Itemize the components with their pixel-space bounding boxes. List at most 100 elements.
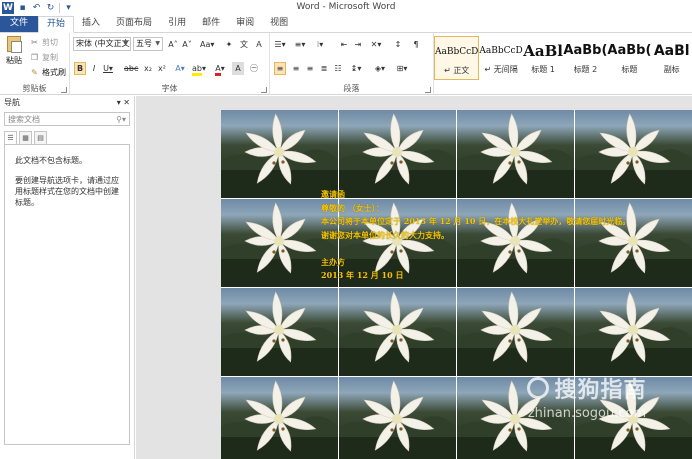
copy-button[interactable]: ❐ 复制 [30,52,58,63]
align-left-icon[interactable]: ≡ [274,62,286,75]
style-normal[interactable]: AaBbCcD ↵ 正文 [434,36,480,80]
subscript-button[interactable]: x₂ [142,62,154,75]
font-launcher-icon[interactable] [261,87,267,93]
multilevel-list-icon[interactable]: ⁝▾ [314,38,326,51]
search-icon[interactable]: ⚲▾ [116,115,126,124]
paste-button[interactable]: 粘贴 [4,36,24,66]
decrease-indent-icon[interactable]: ⇤ [338,38,350,51]
style-no-spacing[interactable]: AaBbCcD ↵ 无间隔 [479,36,522,80]
doc-line: 谢谢您对本单位的长久的大力支持。 [321,229,449,240]
font-color-icon[interactable]: A▾ [214,62,226,76]
chinese-layout-icon[interactable]: ✕▾ [370,38,382,51]
copy-label: 复制 [42,53,58,62]
paste-icon [7,36,22,53]
font-group-label: 字体 [161,84,178,93]
clear-format-icon[interactable]: ✦ [223,38,235,51]
sort-icon[interactable]: ↕ [392,38,404,51]
nav-title: 导航 [4,98,20,107]
lily-tile [221,288,338,376]
justify-icon[interactable]: ≣ [318,62,330,75]
paragraph-launcher-icon[interactable] [425,87,431,93]
nav-body: 此文档不包含标题。 要创建导航选项卡，请通过应用标题样式在您的文档中创建标题。 [4,145,130,445]
style-subtitle[interactable]: AaBl 副标 [651,36,692,80]
tab-page-layout[interactable]: 页面布局 [108,16,160,32]
bullets-icon[interactable]: ☰▾ [274,38,286,51]
paragraph-group-label: 段落 [343,84,360,93]
tab-view[interactable]: 视图 [262,16,296,32]
style-sample: AaBb( [607,43,652,58]
tab-file[interactable]: 文件 [0,16,39,32]
pages-view-icon[interactable]: ▦ [19,131,32,144]
lily-tile [339,110,456,198]
font-name-combo[interactable]: 宋体 (中文正文) ▼ [73,37,131,51]
chevron-down-icon[interactable]: ▾ [117,98,121,107]
shrink-font-icon[interactable]: A˅ [181,38,193,51]
underline-button[interactable]: U▾ [102,62,114,75]
superscript-button[interactable]: x² [156,62,168,75]
strikethrough-button[interactable]: abc [124,62,138,75]
results-view-icon[interactable]: ▤ [34,131,47,144]
grow-font-icon[interactable]: A˄ [167,38,179,51]
font-size-value: 五号 [136,39,152,48]
bold-button[interactable]: B [74,62,86,75]
lily-tile [575,288,692,376]
paragraph-group: ☰▾ ≡▾ ⁝▾ ⇤ ⇥ ✕▾ ↕ ¶ ≡ ≡ ≡ ≣ ☷ ↨▾ ◈▾ ⊞▾ 段… [270,33,434,95]
style-sample: AaBbCcD [435,47,479,57]
tab-insert[interactable]: 插入 [74,16,108,32]
line-spacing-icon[interactable]: ↨▾ [350,62,362,75]
nav-search-placeholder: 搜索文档 [8,114,40,124]
numbering-icon[interactable]: ≡▾ [294,38,306,51]
cut-button[interactable]: ✂ 剪切 [30,37,58,48]
distributed-icon[interactable]: ☷ [332,62,344,75]
phonetic-guide-icon[interactable]: 文 [238,38,250,51]
text-effects-icon[interactable]: A▾ [174,62,186,75]
increase-indent-icon[interactable]: ⇥ [352,38,364,51]
italic-button[interactable]: I [88,62,100,75]
style-title[interactable]: AaBb( 标题 [607,36,651,80]
tab-references[interactable]: 引用 [160,16,194,32]
format-painter-button[interactable]: ✎ 格式刷 [30,67,66,78]
shading-icon[interactable]: ◈▾ [374,62,386,75]
document-page[interactable]: 邀请函 尊敬的 （女士）： 本公司将于本单位定于 2013 年 12 月 10 … [221,110,692,459]
sogou-watermark: 搜狗指南 zhinan.sogou.com [507,372,667,432]
clipboard-launcher-icon[interactable] [61,87,67,93]
style-sample: AaBb( [563,43,608,58]
brush-icon: ✎ [31,68,38,77]
doc-line: 主办方 [321,256,345,267]
tab-review[interactable]: 审阅 [228,16,262,32]
nav-search-input[interactable]: 搜索文档 ⚲▾ [4,112,130,126]
tab-mailings[interactable]: 邮件 [194,16,228,32]
headings-view-icon[interactable]: ☰ [4,131,17,144]
sogou-logo-icon [527,377,550,399]
style-sample: AaBl [523,42,563,60]
close-icon[interactable]: ✕ [123,98,130,107]
change-case-icon[interactable]: Aa▾ [200,38,214,51]
navigation-pane: 导航 ▾ ✕ 搜索文档 ⚲▾ ☰ ▦ ▤ 此文档不包含标题。 要创建导航选项卡，… [0,96,135,459]
scissors-icon: ✂ [31,38,38,47]
style-sample: AaBbCcD [479,46,523,56]
document-area[interactable]: 邀请函 尊敬的 （女士）： 本公司将于本单位定于 2013 年 12 月 10 … [136,96,692,459]
lily-tile [339,288,456,376]
enclose-char-icon[interactable]: ㊀ [248,62,260,75]
style-heading-1[interactable]: AaBl 标题 1 [523,36,564,80]
highlight-icon[interactable]: ab▾ [192,62,206,76]
char-shading-icon[interactable]: A [232,62,244,75]
nav-view-tabs: ☰ ▦ ▤ [4,131,130,145]
style-heading-2[interactable]: AaBb( 标题 2 [563,36,607,80]
align-right-icon[interactable]: ≡ [304,62,316,75]
document-text[interactable]: 邀请函 尊敬的 （女士）： 本公司将于本单位定于 2013 年 12 月 10 … [321,188,681,283]
char-border-icon[interactable]: Ａ [253,38,265,51]
nav-header: 导航 ▾ ✕ [0,96,134,109]
style-name: 标题 2 [573,65,598,74]
font-group: 宋体 (中文正文) ▼ 五号 ▼ A˄ A˅ Aa▾ ✦ 文 Ａ B I U▾ … [70,33,270,95]
font-size-combo[interactable]: 五号 ▼ [133,37,163,51]
align-center-icon[interactable]: ≡ [290,62,302,75]
style-name: ↵ 正文 [444,66,470,75]
show-marks-icon[interactable]: ¶ [410,38,422,51]
borders-icon[interactable]: ⊞▾ [396,62,408,75]
tab-home[interactable]: 开始 [38,16,75,33]
ribbon-tabs: 文件 开始 插入 页面布局 引用 邮件 审阅 视图 [0,16,692,33]
lily-tile [221,377,338,459]
clipboard-group: 粘贴 ✂ 剪切 ❐ 复制 ✎ 格式刷 剪贴板 [0,33,70,95]
watermark-brand: 搜狗指南 [507,372,667,404]
